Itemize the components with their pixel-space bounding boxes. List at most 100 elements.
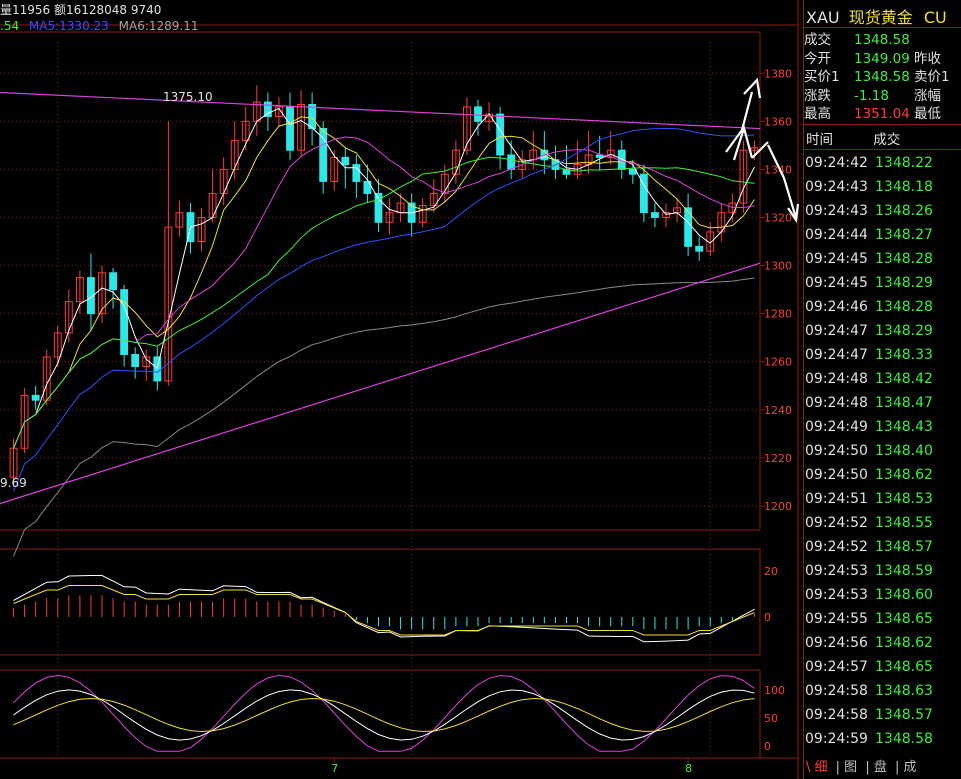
tick-time: 09:24:42: [805, 155, 868, 171]
candle-body: [651, 212, 659, 218]
tick-row: 09:24:47 1348.33: [805, 344, 933, 366]
tick-row: 09:24:53 1348.60: [805, 584, 933, 606]
tick-time: 09:24:45: [805, 251, 868, 267]
tick-time: 09:24:51: [805, 491, 868, 507]
tick-row: 09:24:47 1348.29: [805, 320, 933, 342]
tick-row: 09:24:56 1348.62: [805, 632, 933, 654]
y-tick-label: 1380: [764, 67, 792, 80]
tab-0[interactable]: \ 细: [806, 760, 832, 775]
kdj-tick-label: 50: [764, 712, 778, 725]
tick-price: 1348.60: [875, 587, 933, 603]
ma-text-2: MA5:1330.23: [28, 19, 109, 33]
tick-row: 09:24:42 1348.22: [805, 152, 933, 174]
tick-price: 1348.28: [875, 299, 933, 315]
tick-price: 1348.22: [875, 155, 933, 171]
axis-labels: 1380136013401320130012801260124012201200…: [0, 67, 792, 775]
macd-tick-label: 0: [764, 611, 771, 624]
macd-panel: [13, 575, 755, 643]
tick-time: 09:24:52: [805, 539, 868, 555]
tick-price: 1348.65: [875, 659, 933, 675]
tick-row: 09:24:59 1348.58: [805, 728, 933, 750]
tick-row: 09:24:51 1348.53: [805, 488, 933, 510]
tick-price: 1348.33: [875, 347, 933, 363]
quote-label-2: 最低: [914, 106, 941, 122]
sidebar-tabs: \ 细 | 图 | 盘 | 成: [804, 757, 961, 779]
y-tick-label: 1200: [764, 500, 792, 513]
tab-2[interactable]: | 盘: [865, 760, 891, 775]
header-legend: 量11956 额16128048 9740 .54 MA5:1330.23 MA…: [0, 2, 199, 34]
tick-time: 09:24:58: [805, 683, 868, 699]
tick-price: 1348.42: [875, 371, 933, 387]
quote-value: -1.18: [854, 87, 889, 104]
tick-time: 09:24:59: [805, 731, 868, 747]
tick-row: 09:24:45 1348.28: [805, 248, 933, 270]
tick-price: 1348.59: [875, 563, 933, 579]
symbol-name: 现货黄金: [848, 8, 913, 27]
tick-price: 1348.26: [875, 203, 933, 219]
tick-time: 09:24:44: [805, 227, 868, 243]
tab-3[interactable]: | 成: [895, 760, 917, 775]
candle-body: [595, 154, 604, 158]
kdj-panel: [13, 674, 755, 752]
tick-row: 09:24:50 1348.62: [805, 464, 933, 486]
kdj-k-line: [13, 689, 755, 741]
chart-frames: [0, 0, 799, 779]
kdj-frame: [0, 669, 761, 759]
symbol-title[interactable]: XAU 现货黄金 CU: [806, 4, 947, 28]
candle-body: [341, 156, 350, 166]
ma-line: [13, 107, 755, 449]
quote-row: 最高 1351.04 最低: [804, 105, 941, 123]
kdj-tick-label: 100: [764, 684, 785, 697]
tick-time: 09:24:47: [805, 347, 868, 363]
ma-text-3: MA6:1289.11: [118, 19, 199, 33]
y-tick-label: 1240: [764, 404, 792, 417]
quote-row: 今开 1349.09 昨收: [804, 50, 941, 68]
tick-time: 09:24:52: [805, 515, 868, 531]
ticks-time-header: 时间: [806, 132, 833, 148]
tick-price: 1348.65: [875, 611, 933, 627]
tick-row: 09:24:57 1348.65: [805, 656, 933, 678]
quote-row: 涨跌 -1.18 涨幅: [804, 87, 941, 105]
resistance-line: [0, 91, 761, 130]
quote-label: 最高: [804, 106, 831, 122]
tick-price: 1348.53: [875, 491, 933, 507]
candle-body: [352, 164, 361, 182]
drawn-arrows: [725, 77, 800, 224]
tab-1[interactable]: | 图: [836, 760, 862, 775]
x-tick-label: 8: [685, 762, 692, 775]
y-tick-label: 1260: [764, 356, 792, 369]
tick-row: 09:24:46 1348.28: [805, 296, 933, 318]
divider: [804, 124, 961, 125]
y-tick-label: 1360: [764, 115, 792, 128]
tick-row: 09:24:58 1348.63: [805, 680, 933, 702]
quote-row: 成交 1348.58: [804, 31, 914, 49]
tick-time: 09:24:43: [805, 179, 868, 195]
tick-time: 09:24:53: [805, 587, 868, 603]
tick-row: 09:24:52 1348.57: [805, 536, 933, 558]
tick-time: 09:24:56: [805, 635, 868, 651]
support-line: [0, 262, 761, 505]
tick-price: 1348.18: [875, 179, 933, 195]
tick-time: 09:24:43: [805, 203, 868, 219]
x-tick-label: 7: [331, 762, 338, 775]
macd-tick-label: 20: [764, 565, 778, 578]
candle-body: [496, 113, 505, 156]
tick-time: 09:24:49: [805, 419, 868, 435]
tick-time: 09:24:50: [805, 467, 868, 483]
tick-row: 09:24:43 1348.18: [805, 176, 933, 198]
candle-body: [263, 101, 272, 118]
divider: [804, 27, 961, 28]
chart-area[interactable]: 1380136013401320130012801260124012201200…: [0, 0, 803, 779]
kdj-tick-label: 0: [764, 740, 771, 753]
tick-row: 09:24:43 1348.26: [805, 200, 933, 222]
tick-price: 1348.62: [875, 467, 933, 483]
kdj-j-line: [13, 674, 755, 752]
quote-label: 买价1: [804, 69, 840, 85]
tick-time: 09:24:45: [805, 275, 868, 291]
y-tick-label: 1300: [764, 260, 792, 273]
tick-price: 1348.40: [875, 443, 933, 459]
quote-label: 成交: [804, 32, 831, 48]
y-tick-label: 1220: [764, 452, 792, 465]
tick-time: 09:24:53: [805, 563, 868, 579]
y-tick-label: 1280: [764, 308, 792, 321]
